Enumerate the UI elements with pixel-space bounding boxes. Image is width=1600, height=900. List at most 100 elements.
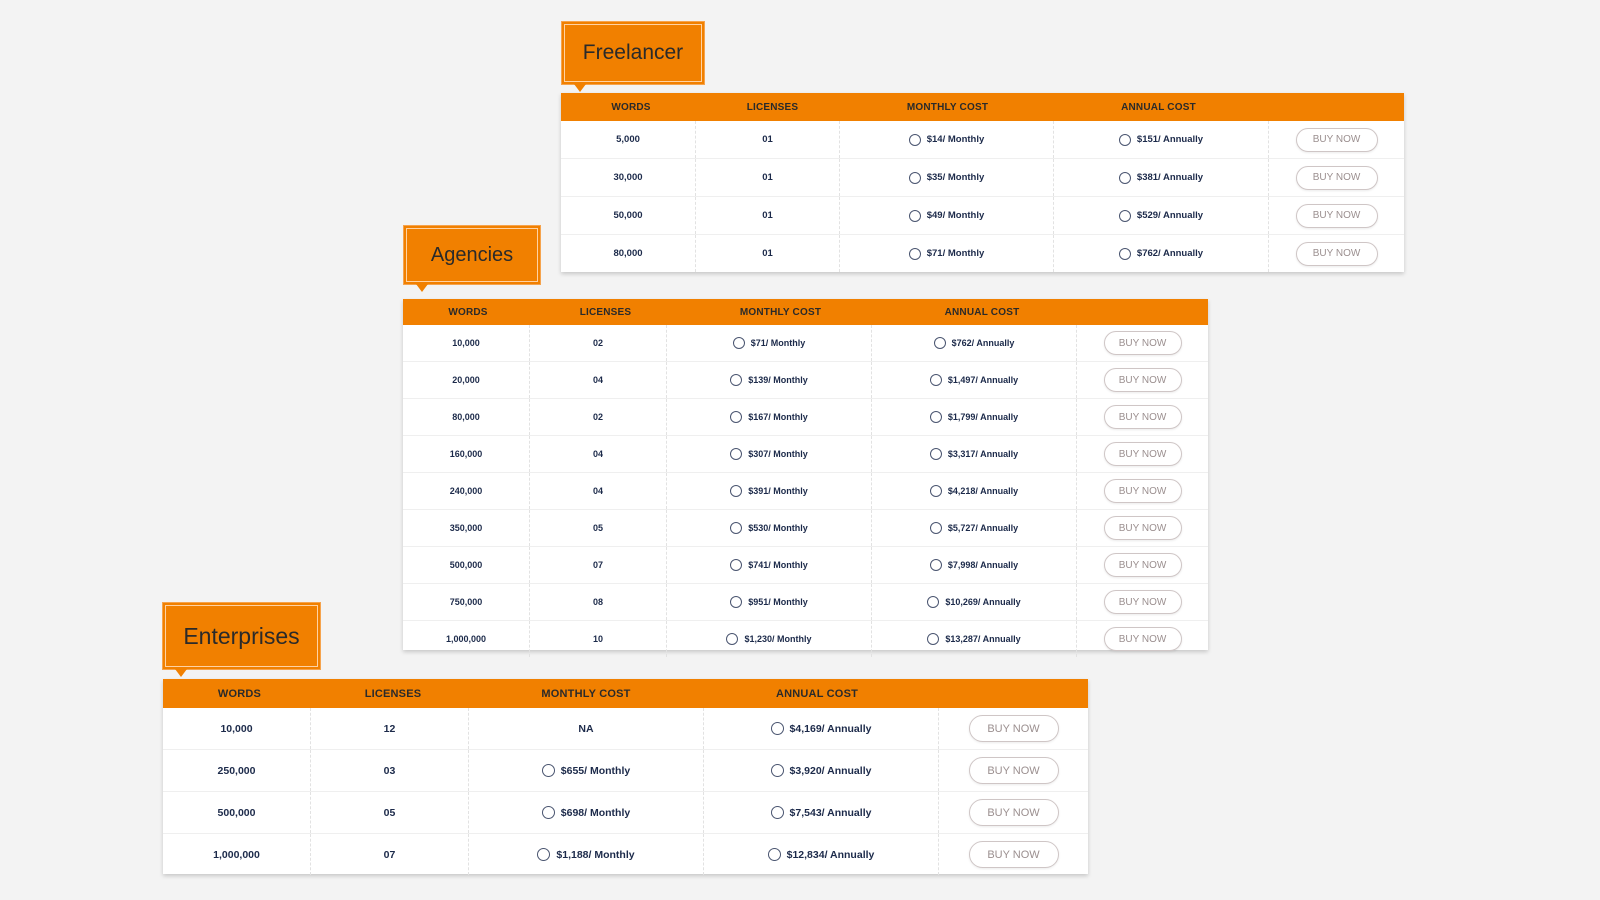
annual-option[interactable]: $151/ Annually [1054,121,1269,158]
buy-now-button[interactable]: BUY NOW [968,715,1059,742]
words-column-header: WORDS [448,306,488,318]
annual-option[interactable]: $10,269/ Annually [872,584,1077,620]
monthly-option[interactable]: $167/ Monthly [667,399,872,435]
annual-option[interactable]: $12,834/ Annually [704,834,939,875]
radio-icon[interactable] [732,337,745,349]
monthly-option[interactable]: $71/ Monthly [840,235,1054,272]
buy-now-button[interactable]: BUY NOW [1103,442,1182,466]
annual-option[interactable]: $7,543/ Annually [704,792,939,833]
radio-icon[interactable] [767,848,781,861]
monthly-option[interactable]: $698/ Monthly [469,792,704,833]
annual-option[interactable]: $4,169/ Annually [704,708,939,749]
table-row: 750,000 08 $951/ Monthly $10,269/ Annual… [403,584,1208,621]
annual-option[interactable]: $762/ Annually [872,325,1077,361]
radio-icon[interactable] [770,806,784,819]
annual-price: $762/ Annually [951,338,1015,348]
buy-now-button[interactable]: BUY NOW [1295,127,1378,152]
monthly-option[interactable]: $35/ Monthly [840,159,1054,196]
annual-option[interactable]: $3,317/ Annually [872,436,1077,472]
radio-icon[interactable] [908,209,921,222]
annual-price: $5,727/ Annually [947,523,1019,533]
radio-icon[interactable] [927,596,940,608]
radio-icon[interactable] [929,485,942,497]
monthly-option[interactable]: $49/ Monthly [840,197,1054,234]
buy-now-button[interactable]: BUY NOW [1103,553,1182,577]
radio-icon[interactable] [908,247,921,260]
radio-icon[interactable] [929,559,942,571]
radio-icon[interactable] [730,411,743,423]
radio-icon[interactable] [908,133,921,146]
radio-icon[interactable] [1118,209,1131,222]
radio-icon[interactable] [908,171,921,184]
radio-icon[interactable] [929,411,942,423]
radio-icon[interactable] [1118,133,1131,146]
words-cell: 80,000 [403,399,530,435]
radio-icon[interactable] [933,337,946,349]
buy-now-button[interactable]: BUY NOW [1103,516,1182,540]
monthly-option[interactable]: $391/ Monthly [667,473,872,509]
radio-icon[interactable] [929,374,942,386]
radio-icon[interactable] [927,633,940,645]
radio-icon[interactable] [726,633,739,645]
monthly-option[interactable]: $71/ Monthly [667,325,872,361]
annual-option[interactable]: $5,727/ Annually [872,510,1077,546]
buy-now-button[interactable]: BUY NOW [968,799,1059,826]
annual-option[interactable]: $4,218/ Annually [872,473,1077,509]
monthly-price: $14/ Monthly [926,134,985,145]
radio-icon[interactable] [537,848,551,861]
buy-now-button[interactable]: BUY NOW [1103,627,1182,651]
agencies-title: Agencies [430,243,514,266]
radio-icon[interactable] [770,722,784,735]
buy-now-button[interactable]: BUY NOW [1103,368,1182,392]
buy-now-button[interactable]: BUY NOW [1103,479,1182,503]
monthly-price: $951/ Monthly [748,597,808,607]
freelancer-tag: Freelancer [561,21,705,92]
radio-icon[interactable] [730,485,743,497]
radio-icon[interactable] [730,374,743,386]
annual-option[interactable]: $762/ Annually [1054,235,1269,272]
table-row: 50,000 01 $49/ Monthly $529/ Annually BU… [561,197,1404,235]
radio-icon[interactable] [929,522,942,534]
words-cell: 20,000 [403,362,530,398]
words-column-header: WORDS [611,101,651,113]
buy-now-button[interactable]: BUY NOW [968,757,1059,784]
radio-icon[interactable] [730,559,743,571]
annual-option[interactable]: $1,497/ Annually [872,362,1077,398]
monthly-option[interactable]: $1,188/ Monthly [469,834,704,875]
annual-option[interactable]: $381/ Annually [1054,159,1269,196]
radio-icon[interactable] [1118,247,1131,260]
agencies-table-header: WORDS LICENSES MONTHLY COST ANNUAL COST [403,299,1208,325]
radio-icon[interactable] [730,448,743,460]
monthly-option[interactable]: $139/ Monthly [667,362,872,398]
annual-option[interactable]: $529/ Annually [1054,197,1269,234]
radio-icon[interactable] [770,764,784,777]
annual-cost-column-header: ANNUAL COST [944,306,1020,318]
buy-now-button[interactable]: BUY NOW [968,841,1059,868]
annual-option[interactable]: $13,287/ Annually [872,621,1077,657]
monthly-option[interactable]: $14/ Monthly [840,121,1054,158]
buy-now-button[interactable]: BUY NOW [1103,331,1182,355]
radio-icon[interactable] [541,806,555,819]
annual-option[interactable]: $3,920/ Annually [704,750,939,791]
monthly-option[interactable]: $530/ Monthly [667,510,872,546]
radio-icon[interactable] [929,448,942,460]
radio-icon[interactable] [730,596,743,608]
radio-icon[interactable] [730,522,743,534]
monthly-option[interactable]: $655/ Monthly [469,750,704,791]
monthly-option[interactable]: $951/ Monthly [667,584,872,620]
buy-now-button[interactable]: BUY NOW [1103,405,1182,429]
buy-now-button[interactable]: BUY NOW [1103,590,1182,614]
buy-now-button[interactable]: BUY NOW [1295,165,1378,190]
table-row: 10,000 02 $71/ Monthly $762/ Annually BU… [403,325,1208,362]
buy-now-button[interactable]: BUY NOW [1295,241,1378,266]
annual-option[interactable]: $7,998/ Annually [872,547,1077,583]
monthly-option[interactable]: $741/ Monthly [667,547,872,583]
annual-option[interactable]: $1,799/ Annually [872,399,1077,435]
licenses-cell: 12 [311,708,469,749]
radio-icon[interactable] [1118,171,1131,184]
radio-icon[interactable] [541,764,555,777]
licenses-cell: 03 [311,750,469,791]
monthly-option[interactable]: $307/ Monthly [667,436,872,472]
monthly-option[interactable]: $1,230/ Monthly [667,621,872,657]
buy-now-button[interactable]: BUY NOW [1295,203,1378,228]
